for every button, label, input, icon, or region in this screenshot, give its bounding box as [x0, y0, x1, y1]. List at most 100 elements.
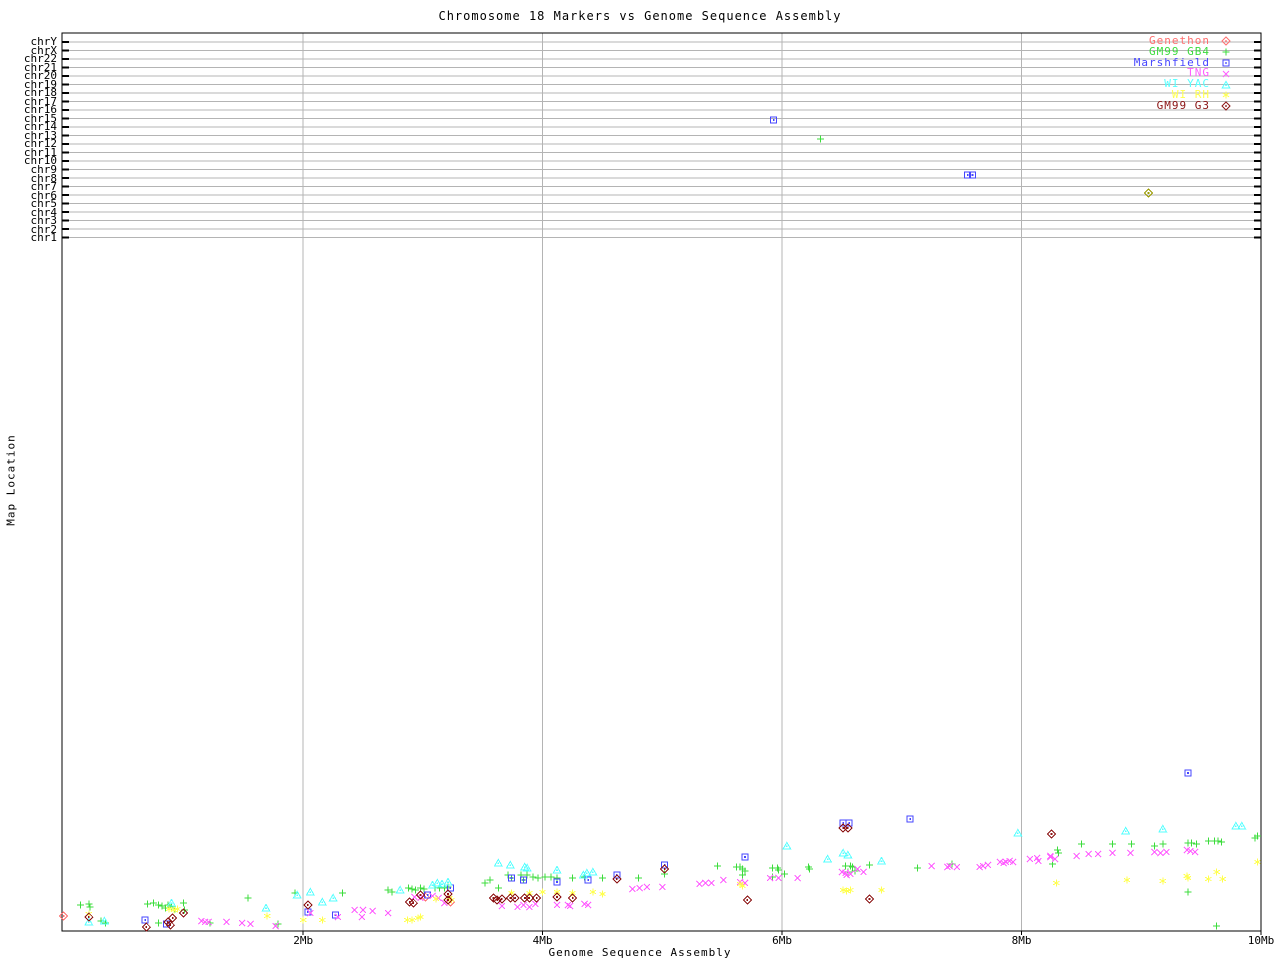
point-wi-yac	[432, 878, 442, 887]
point-wi-rh	[599, 890, 606, 898]
point-tng	[532, 900, 539, 908]
point-gm99-g3	[510, 893, 520, 903]
point-gm99-gb4	[1128, 840, 1136, 848]
point-wi-rh	[1052, 879, 1060, 887]
point-tng	[223, 918, 230, 926]
point-tng	[1191, 848, 1199, 856]
point-marshfield	[839, 819, 847, 827]
point-tng	[643, 883, 651, 891]
point-gm99-gb4	[1054, 846, 1061, 854]
point-tng	[520, 901, 527, 909]
point-wi-yac	[328, 893, 338, 902]
point-gm99-g3	[843, 823, 853, 833]
point-wi-yac	[876, 856, 887, 865]
point-wi-rh	[878, 886, 885, 894]
point-gm99-gb4	[661, 870, 669, 878]
plot-area	[58, 32, 1262, 935]
point-wi-rh	[526, 889, 533, 897]
point-tng	[247, 920, 254, 928]
point-gm99-gb4	[1213, 922, 1221, 930]
chromosome-label-chr1: chr1	[30, 231, 58, 245]
point-wi-yac	[1158, 824, 1168, 833]
point-tng	[384, 909, 392, 917]
point-gm99-gb4	[866, 861, 873, 869]
point-tng	[1094, 850, 1102, 858]
point-tng	[984, 861, 992, 869]
point-wi-rh	[263, 912, 271, 920]
point-wi-rh	[1254, 858, 1261, 866]
point-tng	[659, 883, 666, 891]
point-tng	[953, 863, 961, 871]
point-genethon	[58, 911, 69, 921]
point-tng	[720, 876, 727, 884]
point-gm99-g3	[742, 895, 753, 905]
point-tng	[1157, 849, 1164, 857]
point-gm99-gb4	[1109, 840, 1116, 848]
point-wi-yac	[261, 903, 271, 912]
point-tng	[629, 885, 636, 893]
point-wi-yac	[1237, 821, 1247, 830]
diamond-marker-icon	[1210, 100, 1242, 112]
point-gm99-gb4	[634, 874, 642, 882]
point-gm99-gb4	[86, 903, 94, 911]
point-wi-yac	[1121, 826, 1131, 835]
point-wi-rh	[1159, 877, 1167, 885]
point-marshfield	[770, 116, 778, 124]
point-wi-yac	[395, 885, 405, 894]
point-gm99-gb4	[77, 901, 84, 909]
point-gm99-gb4	[481, 879, 489, 887]
point-wi-yac	[493, 858, 503, 867]
point-tng	[1026, 855, 1034, 863]
point-tng	[1163, 848, 1170, 856]
point-gm99-g3	[303, 900, 313, 910]
point-gm99-gb4	[769, 873, 776, 881]
legend-label: GM99 G3	[1156, 98, 1210, 112]
point-gm99-gb4	[179, 899, 187, 907]
point-tng	[1073, 852, 1080, 860]
point-tng	[553, 901, 561, 909]
point-gm99-gb4	[1192, 840, 1200, 848]
point-wi-yac	[317, 897, 327, 906]
point-gm99-gb4	[1055, 849, 1063, 857]
point-gm99-g3	[141, 922, 152, 932]
point-wi-rh	[408, 916, 416, 924]
point-gm99-gb4	[408, 885, 416, 893]
point-tng	[1085, 850, 1092, 858]
point-gm99-gb4	[1218, 838, 1225, 846]
point-gm99-gb4	[1214, 837, 1222, 845]
point-wi-rh	[589, 888, 597, 896]
point-wi-yac	[505, 860, 515, 869]
point-gm99-gb4	[486, 876, 494, 884]
point-marshfield	[741, 853, 749, 861]
point-gm99-g3	[1046, 829, 1057, 839]
point-tng	[351, 906, 358, 914]
point-wi-rh	[569, 889, 576, 897]
point-gm99-gb4	[1159, 840, 1167, 848]
point-gm99-gb4	[1188, 839, 1196, 847]
x-axis-label: Genome Sequence Assembly	[548, 946, 732, 959]
point-tng	[794, 874, 801, 882]
point-gm99-g3	[505, 893, 516, 903]
point-marshfield	[141, 916, 149, 924]
point-tng	[702, 879, 709, 887]
point-wi-yac	[822, 854, 833, 863]
point-tng	[1151, 848, 1158, 856]
point-gm99-gb4	[1204, 837, 1212, 845]
point-tng	[514, 903, 521, 911]
point-gm99-gb4	[599, 874, 606, 882]
point-gm99-gb4	[534, 874, 542, 882]
point-tng	[358, 913, 366, 921]
point-gm99-gb4	[1184, 888, 1192, 896]
point-tng	[359, 906, 367, 914]
point-wi-rh	[1219, 875, 1227, 883]
point-gm99-gb4	[494, 884, 502, 892]
point-gm99-gb4	[816, 135, 824, 143]
point-wi-yac	[305, 887, 315, 896]
point-tng	[526, 903, 533, 911]
point-unlabeled	[1143, 188, 1154, 198]
legend: Genethon GM99 GB4 Marshfield TNG WI YAC WI RH…	[1134, 35, 1242, 112]
point-wi-rh	[1213, 868, 1221, 876]
point-gm99-gb4	[85, 900, 93, 908]
point-gm99-gb4	[569, 874, 577, 882]
point-tng	[238, 919, 246, 927]
